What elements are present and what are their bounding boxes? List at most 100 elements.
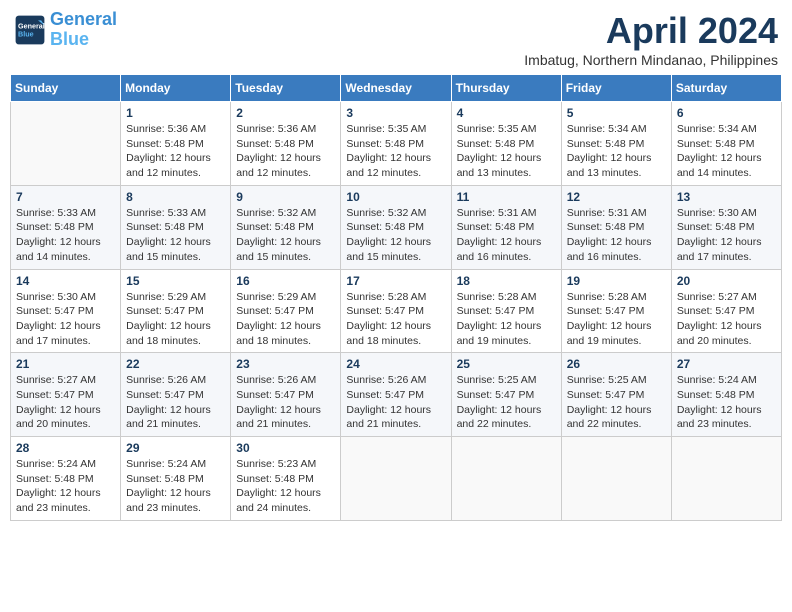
day-info: Sunrise: 5:26 AM Sunset: 5:47 PM Dayligh… [236, 373, 335, 432]
calendar-cell: 21 Sunrise: 5:27 AM Sunset: 5:47 PM Dayli… [11, 353, 121, 437]
day-info: Sunrise: 5:23 AM Sunset: 5:48 PM Dayligh… [236, 457, 335, 516]
day-info: Sunrise: 5:36 AM Sunset: 5:48 PM Dayligh… [236, 122, 335, 181]
calendar-cell: 13 Sunrise: 5:30 AM Sunset: 5:48 PM Dayli… [671, 185, 781, 269]
day-info: Sunrise: 5:31 AM Sunset: 5:48 PM Dayligh… [567, 206, 666, 265]
day-info: Sunrise: 5:25 AM Sunset: 5:47 PM Dayligh… [567, 373, 666, 432]
day-number: 21 [16, 357, 115, 371]
day-info: Sunrise: 5:24 AM Sunset: 5:48 PM Dayligh… [677, 373, 776, 432]
location: Imbatug, Northern Mindanao, Philippines [524, 52, 778, 68]
day-info: Sunrise: 5:33 AM Sunset: 5:48 PM Dayligh… [126, 206, 225, 265]
calendar-cell [451, 437, 561, 521]
day-number: 2 [236, 106, 335, 120]
day-info: Sunrise: 5:27 AM Sunset: 5:47 PM Dayligh… [677, 290, 776, 349]
title-area: April 2024 Imbatug, Northern Mindanao, P… [524, 10, 778, 68]
calendar-cell: 17 Sunrise: 5:28 AM Sunset: 5:47 PM Dayli… [341, 269, 451, 353]
day-info: Sunrise: 5:30 AM Sunset: 5:47 PM Dayligh… [16, 290, 115, 349]
day-number: 12 [567, 190, 666, 204]
calendar-cell: 30 Sunrise: 5:23 AM Sunset: 5:48 PM Dayli… [231, 437, 341, 521]
day-info: Sunrise: 5:29 AM Sunset: 5:47 PM Dayligh… [236, 290, 335, 349]
calendar-cell: 2 Sunrise: 5:36 AM Sunset: 5:48 PM Daylig… [231, 102, 341, 186]
calendar-cell: 20 Sunrise: 5:27 AM Sunset: 5:47 PM Dayli… [671, 269, 781, 353]
day-info: Sunrise: 5:28 AM Sunset: 5:47 PM Dayligh… [346, 290, 445, 349]
calendar-cell: 9 Sunrise: 5:32 AM Sunset: 5:48 PM Daylig… [231, 185, 341, 269]
day-number: 18 [457, 274, 556, 288]
calendar-cell: 19Sunrise: 5:28 AM Sunset: 5:47 PM Dayli… [561, 269, 671, 353]
day-number: 28 [16, 441, 115, 455]
calendar-cell: 5 Sunrise: 5:34 AM Sunset: 5:48 PM Daylig… [561, 102, 671, 186]
day-info: Sunrise: 5:27 AM Sunset: 5:47 PM Dayligh… [16, 373, 115, 432]
day-number: 8 [126, 190, 225, 204]
day-number: 23 [236, 357, 335, 371]
calendar-cell [561, 437, 671, 521]
day-number: 11 [457, 190, 556, 204]
logo-icon: General Blue [14, 14, 46, 46]
calendar-cell: 15 Sunrise: 5:29 AM Sunset: 5:47 PM Dayli… [121, 269, 231, 353]
day-number: 3 [346, 106, 445, 120]
calendar-cell: 23 Sunrise: 5:26 AM Sunset: 5:47 PM Dayli… [231, 353, 341, 437]
calendar-cell: 28 Sunrise: 5:24 AM Sunset: 5:48 PM Dayli… [11, 437, 121, 521]
logo: General Blue GeneralBlue [14, 10, 117, 50]
day-info: Sunrise: 5:30 AM Sunset: 5:48 PM Dayligh… [677, 206, 776, 265]
calendar-week-2: 7 Sunrise: 5:33 AM Sunset: 5:48 PM Daylig… [11, 185, 782, 269]
day-number: 25 [457, 357, 556, 371]
day-info: Sunrise: 5:34 AM Sunset: 5:48 PM Dayligh… [677, 122, 776, 181]
day-info: Sunrise: 5:24 AM Sunset: 5:48 PM Dayligh… [126, 457, 225, 516]
day-info: Sunrise: 5:28 AM Sunset: 5:47 PM Dayligh… [457, 290, 556, 349]
weekday-header-row: SundayMondayTuesdayWednesdayThursdayFrid… [11, 75, 782, 102]
svg-text:Blue: Blue [18, 29, 34, 38]
day-number: 14 [16, 274, 115, 288]
day-number: 29 [126, 441, 225, 455]
calendar-cell: 7Sunrise: 5:33 AM Sunset: 5:48 PM Daylig… [11, 185, 121, 269]
day-info: Sunrise: 5:35 AM Sunset: 5:48 PM Dayligh… [457, 122, 556, 181]
day-number: 26 [567, 357, 666, 371]
day-number: 10 [346, 190, 445, 204]
day-number: 30 [236, 441, 335, 455]
calendar-cell: 3 Sunrise: 5:35 AM Sunset: 5:48 PM Daylig… [341, 102, 451, 186]
calendar-cell: 10 Sunrise: 5:32 AM Sunset: 5:48 PM Dayli… [341, 185, 451, 269]
day-info: Sunrise: 5:32 AM Sunset: 5:48 PM Dayligh… [236, 206, 335, 265]
weekday-header-saturday: Saturday [671, 75, 781, 102]
page-header: General Blue GeneralBlue April 2024 Imba… [10, 10, 782, 68]
calendar-cell: 8 Sunrise: 5:33 AM Sunset: 5:48 PM Daylig… [121, 185, 231, 269]
day-number: 9 [236, 190, 335, 204]
calendar-cell: 12 Sunrise: 5:31 AM Sunset: 5:48 PM Dayli… [561, 185, 671, 269]
day-info: Sunrise: 5:35 AM Sunset: 5:48 PM Dayligh… [346, 122, 445, 181]
calendar-week-5: 28 Sunrise: 5:24 AM Sunset: 5:48 PM Dayli… [11, 437, 782, 521]
weekday-header-monday: Monday [121, 75, 231, 102]
weekday-header-sunday: Sunday [11, 75, 121, 102]
day-info: Sunrise: 5:26 AM Sunset: 5:47 PM Dayligh… [126, 373, 225, 432]
calendar-cell [341, 437, 451, 521]
day-info: Sunrise: 5:26 AM Sunset: 5:47 PM Dayligh… [346, 373, 445, 432]
day-number: 7 [16, 190, 115, 204]
calendar-cell: 24Sunrise: 5:26 AM Sunset: 5:47 PM Dayli… [341, 353, 451, 437]
calendar-cell: 6 Sunrise: 5:34 AM Sunset: 5:48 PM Daylig… [671, 102, 781, 186]
calendar-week-3: 14 Sunrise: 5:30 AM Sunset: 5:47 PM Dayli… [11, 269, 782, 353]
day-number: 4 [457, 106, 556, 120]
day-info: Sunrise: 5:28 AM Sunset: 5:47 PM Dayligh… [567, 290, 666, 349]
calendar-cell: 1Sunrise: 5:36 AM Sunset: 5:48 PM Daylig… [121, 102, 231, 186]
day-info: Sunrise: 5:29 AM Sunset: 5:47 PM Dayligh… [126, 290, 225, 349]
day-number: 13 [677, 190, 776, 204]
day-info: Sunrise: 5:34 AM Sunset: 5:48 PM Dayligh… [567, 122, 666, 181]
calendar-table: SundayMondayTuesdayWednesdayThursdayFrid… [10, 74, 782, 521]
calendar-week-1: 1 Sunrise: 5:36 AM Sunset: 5:48 PM Daylig… [11, 102, 782, 186]
calendar-cell: 25Sunrise: 5:25 AM Sunset: 5:47 PM Dayli… [451, 353, 561, 437]
day-number: 17 [346, 274, 445, 288]
day-info: Sunrise: 5:32 AM Sunset: 5:48 PM Dayligh… [346, 206, 445, 265]
weekday-header-friday: Friday [561, 75, 671, 102]
calendar-week-4: 21 Sunrise: 5:27 AM Sunset: 5:47 PM Dayli… [11, 353, 782, 437]
weekday-header-tuesday: Tuesday [231, 75, 341, 102]
day-info: Sunrise: 5:31 AM Sunset: 5:48 PM Dayligh… [457, 206, 556, 265]
calendar-cell: 26 Sunrise: 5:25 AM Sunset: 5:47 PM Dayli… [561, 353, 671, 437]
calendar-cell: 18 Sunrise: 5:28 AM Sunset: 5:47 PM Dayli… [451, 269, 561, 353]
day-number: 5 [567, 106, 666, 120]
day-number: 1 [126, 106, 225, 120]
calendar-cell: 11 Sunrise: 5:31 AM Sunset: 5:48 PM Dayli… [451, 185, 561, 269]
weekday-header-thursday: Thursday [451, 75, 561, 102]
day-number: 22 [126, 357, 225, 371]
day-number: 20 [677, 274, 776, 288]
day-number: 15 [126, 274, 225, 288]
day-info: Sunrise: 5:24 AM Sunset: 5:48 PM Dayligh… [16, 457, 115, 516]
day-number: 6 [677, 106, 776, 120]
logo-text: GeneralBlue [50, 10, 117, 50]
